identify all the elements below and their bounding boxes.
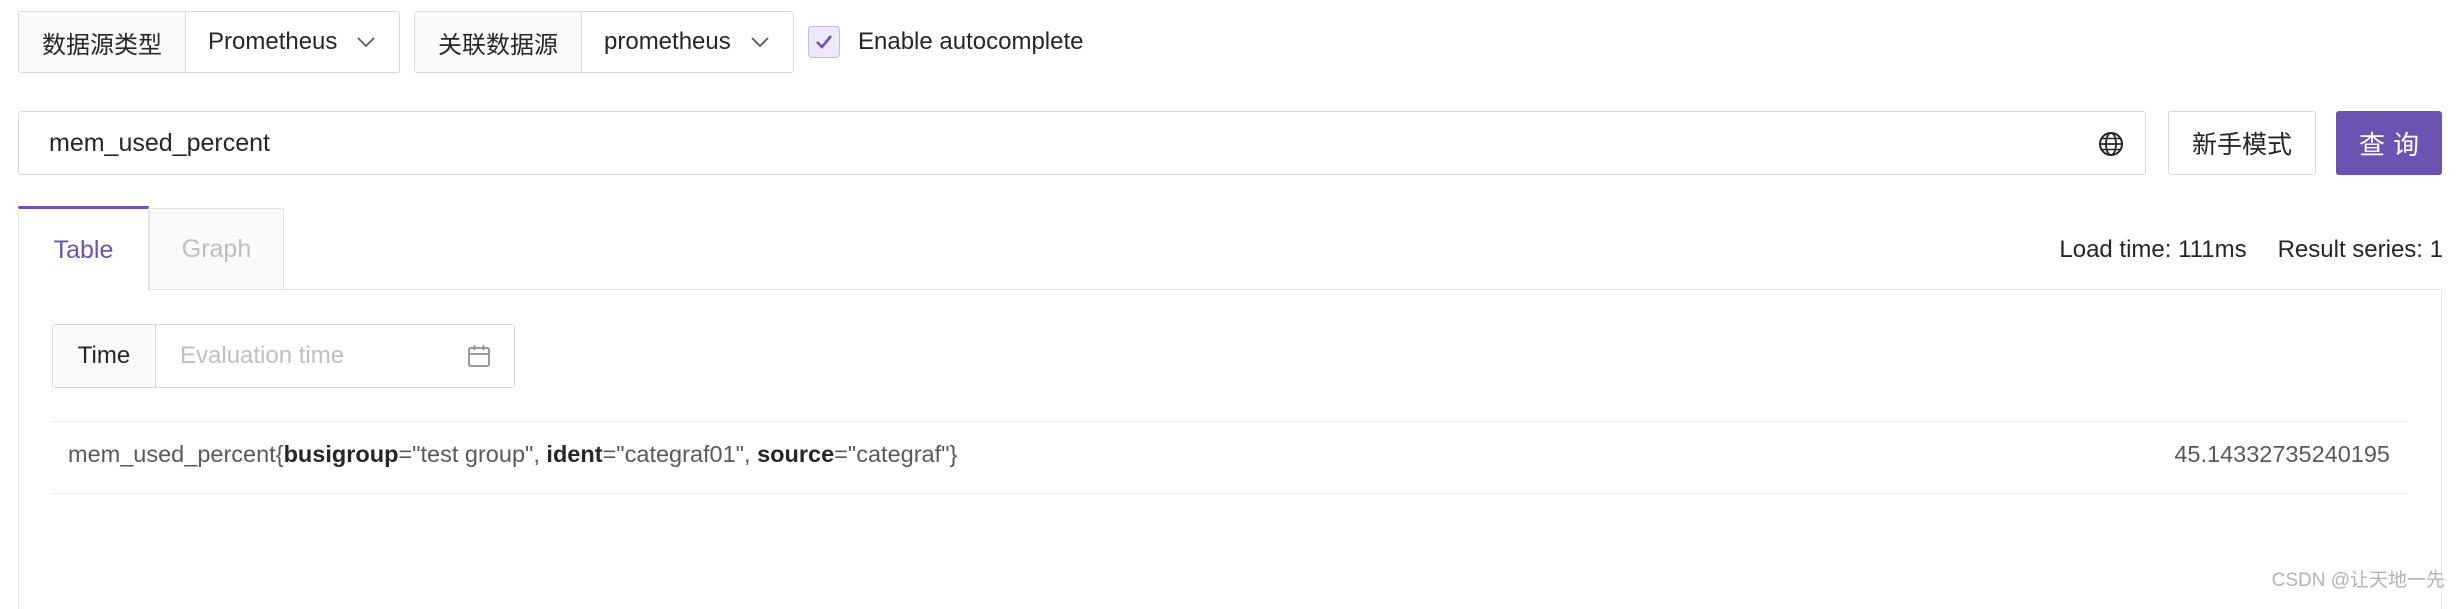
close-brace: } — [949, 441, 958, 467]
chevron-down-icon — [751, 37, 769, 48]
label-key: source — [757, 441, 835, 467]
evaluation-time-placeholder: Evaluation time — [180, 342, 345, 369]
metric-name: mem_used_percent — [68, 441, 276, 467]
check-icon — [816, 35, 833, 49]
calendar-icon[interactable] — [466, 343, 492, 369]
chevron-down-icon — [357, 37, 376, 48]
tab-table[interactable]: Table — [18, 206, 149, 291]
table-row-divider — [52, 421, 2408, 422]
datasource-type-label: 数据源类型 — [19, 12, 186, 72]
table-row-divider — [52, 493, 2408, 494]
label-key: busigroup — [283, 441, 399, 467]
linked-datasource-group: 关联数据源 prometheus — [414, 11, 794, 73]
label-value: ="categraf" — [834, 441, 950, 467]
autocomplete-label: Enable autocomplete — [858, 28, 1084, 55]
linked-datasource-select[interactable]: prometheus — [582, 12, 793, 72]
label-value: ="categraf01" — [602, 441, 745, 467]
tab-graph[interactable]: Graph — [149, 208, 284, 290]
datasource-type-value: Prometheus — [208, 28, 338, 55]
label-separator: , — [744, 441, 758, 467]
evaluation-time-group: Time Evaluation time — [52, 324, 515, 388]
load-time: Load time: 111ms — [2059, 236, 2247, 263]
open-brace: { — [275, 441, 284, 467]
label-key: ident — [546, 441, 603, 467]
evaluation-time-input[interactable]: Evaluation time — [156, 325, 514, 387]
label-separator: , — [533, 441, 547, 467]
linked-datasource-value: prometheus — [604, 28, 731, 55]
datasource-type-group: 数据源类型 Prometheus — [18, 11, 401, 73]
time-label: Time — [53, 325, 156, 387]
linked-datasource-label: 关联数据源 — [415, 12, 582, 72]
series-value: 45.14332735240195 — [2174, 441, 2390, 467]
query-text: mem_used_percent — [49, 128, 270, 157]
query-stats: Load time: 111ms Result series: 1 — [2059, 236, 2443, 264]
datasource-type-select[interactable]: Prometheus — [186, 12, 399, 72]
beginner-mode-button[interactable]: 新手模式 — [2168, 111, 2316, 175]
globe-icon[interactable] — [2097, 130, 2125, 158]
watermark: CSDN @让天地一先 — [2271, 570, 2445, 591]
query-button[interactable]: 查询 — [2336, 111, 2442, 175]
series-label: mem_used_percent{busigroup="test group",… — [68, 441, 957, 468]
autocomplete-toggle[interactable]: Enable autocomplete — [808, 24, 1084, 60]
promql-query-input[interactable]: mem_used_percent — [18, 111, 2146, 175]
label-value: ="test group" — [398, 441, 534, 467]
autocomplete-checkbox[interactable] — [808, 26, 840, 58]
result-series: Result series: 1 — [2277, 236, 2443, 263]
